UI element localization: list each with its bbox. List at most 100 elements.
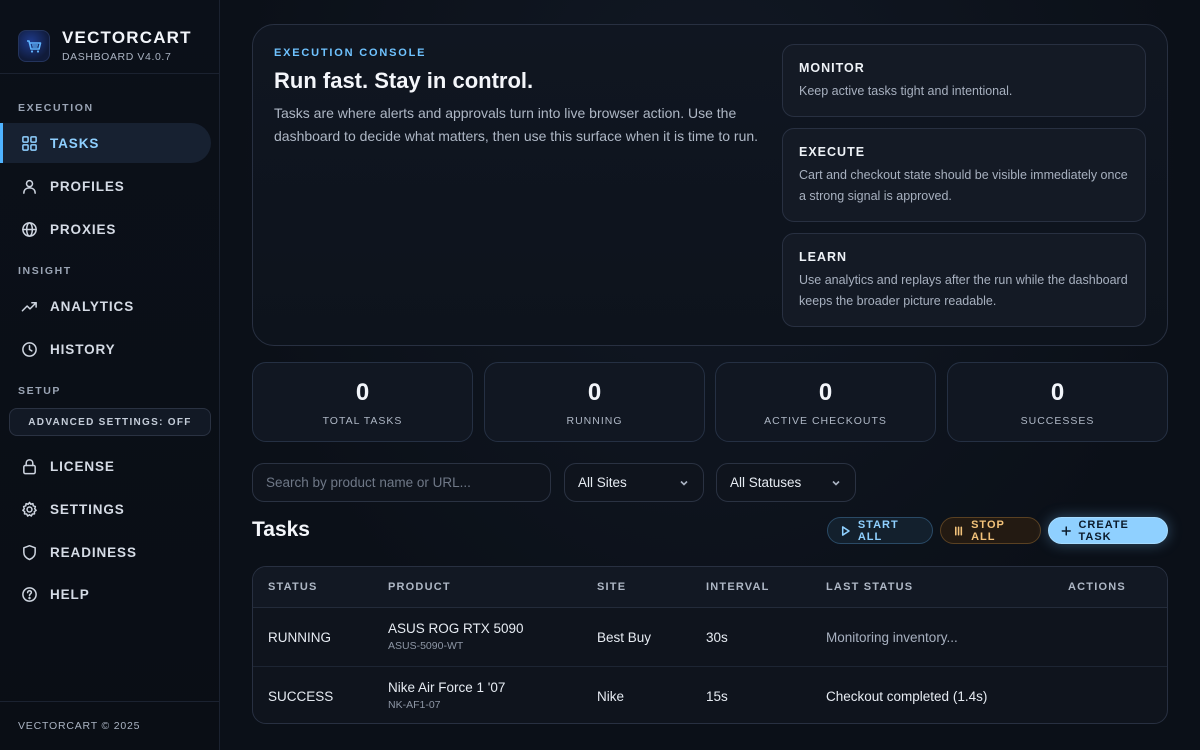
card-description: Keep active tasks tight and intentional. bbox=[799, 84, 1013, 98]
shield-icon bbox=[23, 544, 36, 560]
sidebar-item-settings[interactable]: SETTINGS bbox=[0, 489, 211, 529]
card-title: EXECUTE bbox=[799, 145, 866, 159]
stat-label: ACTIVE CHECKOUTS bbox=[764, 415, 887, 427]
learn-card: LEARN Use analytics and replays after th… bbox=[782, 233, 1146, 327]
main-content: EXECUTION CONSOLE Run fast. Stay in cont… bbox=[220, 0, 1200, 750]
stat-value: 0 bbox=[355, 379, 370, 406]
section-label-execution: EXECUTION bbox=[18, 102, 94, 114]
sidebar-item-label: LICENSE bbox=[50, 458, 115, 474]
stat-running: 0 RUNNING bbox=[484, 362, 705, 442]
cart-icon bbox=[18, 29, 50, 62]
trend-icon bbox=[21, 301, 37, 312]
task-interval: 30s bbox=[706, 630, 728, 645]
play-icon bbox=[841, 525, 850, 536]
stat-label: TOTAL TASKS bbox=[322, 415, 403, 427]
sidebar-item-tasks[interactable]: TASKS bbox=[0, 123, 211, 163]
sidebar-divider bbox=[0, 701, 219, 702]
column-header-actions: ACTIONS bbox=[1068, 581, 1126, 593]
statuses-filter-select[interactable]: All Statuses bbox=[716, 463, 856, 502]
stat-value: 0 bbox=[587, 379, 602, 406]
stat-value: 0 bbox=[1050, 379, 1065, 406]
button-label: CREATE TASK bbox=[1078, 518, 1129, 543]
card-title: LEARN bbox=[799, 250, 848, 264]
grid-icon bbox=[22, 135, 37, 151]
task-last-status: Checkout completed (1.4s) bbox=[826, 689, 988, 704]
hero-title: Run fast. Stay in control. bbox=[274, 68, 534, 93]
sidebar-item-analytics[interactable]: ANALYTICS bbox=[0, 286, 211, 326]
task-sku: ASUS-5090-WT bbox=[388, 640, 464, 652]
column-header-last-status[interactable]: LAST STATUS bbox=[826, 581, 913, 593]
task-product: Nike Air Force 1 '07 bbox=[388, 680, 506, 695]
column-header-status[interactable]: STATUS bbox=[268, 581, 318, 593]
task-product: ASUS ROG RTX 5090 bbox=[388, 621, 524, 636]
gear-icon bbox=[22, 501, 37, 517]
sidebar-item-history[interactable]: HISTORY bbox=[0, 329, 211, 369]
task-site: Best Buy bbox=[597, 630, 652, 645]
sidebar-item-license[interactable]: LICENSE bbox=[0, 446, 211, 486]
execute-card: EXECUTE Cart and checkout state should b… bbox=[782, 128, 1146, 222]
sidebar-item-label: READINESS bbox=[50, 544, 137, 560]
task-last-status: Monitoring inventory... bbox=[826, 630, 958, 645]
column-header-site[interactable]: SITE bbox=[597, 581, 626, 593]
execution-console-panel: EXECUTION CONSOLE Run fast. Stay in cont… bbox=[252, 24, 1168, 346]
sidebar-item-label: PROXIES bbox=[50, 221, 117, 237]
task-status: RUNNING bbox=[268, 630, 331, 645]
section-label-insight: INSIGHT bbox=[18, 265, 72, 277]
pause-icon bbox=[954, 526, 963, 535]
user-icon bbox=[23, 179, 36, 194]
copyright: VECTORCART © 2025 bbox=[18, 720, 141, 732]
sidebar-item-label: SETTINGS bbox=[50, 501, 125, 517]
create-task-button[interactable]: CREATE TASK bbox=[1048, 517, 1168, 544]
stat-value: 0 bbox=[818, 379, 833, 406]
chevron-down-icon bbox=[680, 480, 688, 486]
sidebar-item-proxies[interactable]: PROXIES bbox=[0, 209, 211, 249]
sidebar-item-label: ANALYTICS bbox=[50, 298, 135, 314]
clock-icon bbox=[22, 341, 37, 357]
help-icon bbox=[22, 586, 37, 602]
tasks-heading: Tasks bbox=[252, 518, 310, 541]
column-header-product[interactable]: PRODUCT bbox=[388, 581, 451, 593]
monitor-card: MONITOR Keep active tasks tight and inte… bbox=[782, 44, 1146, 117]
stop-all-button[interactable]: STOP ALL bbox=[940, 517, 1041, 544]
sidebar-item-readiness[interactable]: READINESS bbox=[0, 532, 211, 572]
card-title: MONITOR bbox=[799, 61, 865, 75]
plus-icon bbox=[1061, 525, 1071, 536]
start-all-button[interactable]: START ALL bbox=[827, 517, 933, 544]
sidebar-item-label: PROFILES bbox=[50, 178, 125, 194]
stat-label: RUNNING bbox=[566, 415, 623, 427]
hero-description: Tasks are where alerts and approvals tur… bbox=[274, 105, 759, 144]
brand-version: DASHBOARD V4.0.7 bbox=[62, 51, 172, 63]
task-status: SUCCESS bbox=[268, 689, 334, 704]
sidebar-item-help[interactable]: HELP bbox=[0, 574, 211, 614]
app-root: VECTORCART DASHBOARD V4.0.7 EXECUTION TA… bbox=[0, 0, 1200, 750]
card-description: Cart and checkout state should be visibl… bbox=[799, 168, 1128, 203]
lock-icon bbox=[23, 458, 36, 474]
select-value: All Sites bbox=[578, 475, 627, 490]
select-value: All Statuses bbox=[730, 475, 802, 490]
stat-successes: 0 SUCCESSES bbox=[947, 362, 1168, 442]
advanced-settings-toggle[interactable]: ADVANCED SETTINGS: OFF bbox=[9, 408, 211, 436]
search-input[interactable] bbox=[252, 463, 551, 502]
table-row[interactable]: RUNNING ASUS ROG RTX 5090 ASUS-5090-WT B… bbox=[253, 608, 1167, 666]
task-site: Nike bbox=[597, 689, 625, 704]
stat-label: SUCCESSES bbox=[1020, 415, 1095, 427]
stat-total-tasks: 0 TOTAL TASKS bbox=[252, 362, 473, 442]
sidebar-item-label: TASKS bbox=[50, 135, 100, 151]
button-label: STOP ALL bbox=[971, 518, 1005, 543]
sidebar-item-profiles[interactable]: PROFILES bbox=[0, 166, 211, 206]
table-header: STATUS PRODUCT SITE INTERVAL LAST STATUS… bbox=[253, 567, 1167, 608]
task-sku: NK-AF1-07 bbox=[388, 699, 441, 711]
sidebar: VECTORCART DASHBOARD V4.0.7 EXECUTION TA… bbox=[0, 0, 220, 750]
task-interval: 15s bbox=[706, 689, 728, 704]
globe-icon bbox=[22, 221, 37, 237]
table-row[interactable]: SUCCESS Nike Air Force 1 '07 NK-AF1-07 N… bbox=[253, 666, 1167, 723]
sites-filter-select[interactable]: All Sites bbox=[564, 463, 704, 502]
column-header-interval[interactable]: INTERVAL bbox=[706, 581, 770, 593]
chevron-down-icon bbox=[832, 480, 840, 486]
brand-name: VECTORCART bbox=[62, 28, 192, 47]
card-description: Use analytics and replays after the run … bbox=[799, 273, 1128, 308]
stat-active-checkouts: 0 ACTIVE CHECKOUTS bbox=[715, 362, 936, 442]
button-label: START ALL bbox=[857, 518, 899, 543]
hero-eyebrow: EXECUTION CONSOLE bbox=[274, 47, 427, 59]
tasks-table: STATUS PRODUCT SITE INTERVAL LAST STATUS… bbox=[252, 566, 1168, 724]
